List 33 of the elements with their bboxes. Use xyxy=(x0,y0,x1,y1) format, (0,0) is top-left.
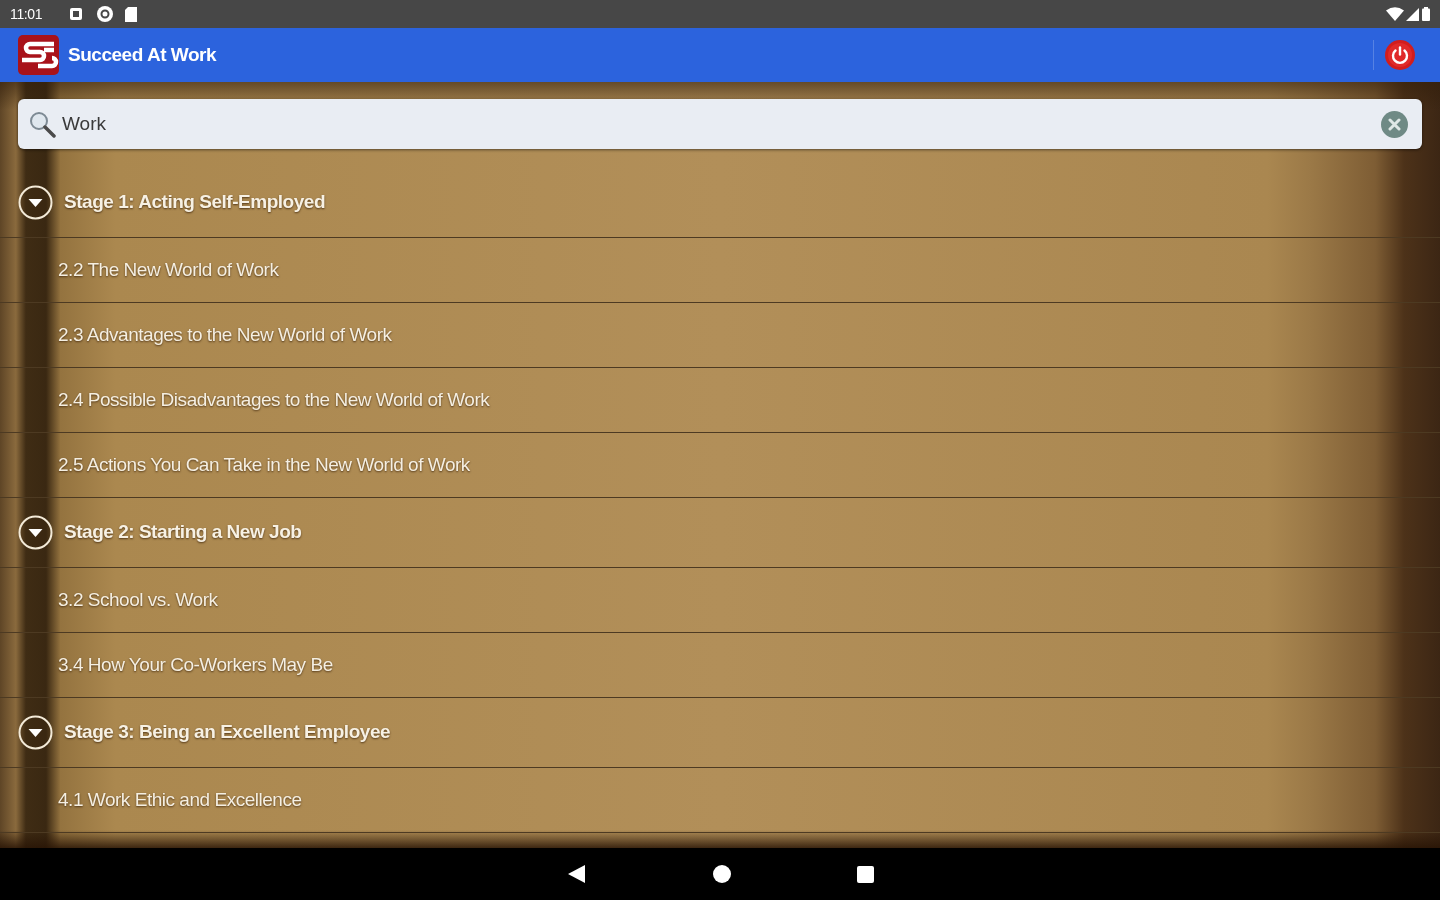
logo-icon xyxy=(18,35,59,75)
round-notification-icon xyxy=(97,6,114,22)
lesson-item[interactable]: 2.3 Advantages to the New World of Work xyxy=(58,320,392,350)
battery-icon xyxy=(1422,7,1430,21)
lesson-item[interactable]: 4.1 Work Ethic and Excellence xyxy=(58,785,302,815)
square-notification-icon xyxy=(70,8,83,20)
lesson-item[interactable]: 3.2 School vs. Work xyxy=(58,585,218,615)
section-header[interactable]: Stage 2: Starting a New Job xyxy=(0,498,1440,568)
section-title: Stage 2: Starting a New Job xyxy=(64,520,302,545)
search-field[interactable]: Work xyxy=(18,99,1422,149)
sd-card-icon xyxy=(125,6,138,22)
status-time: 11:01 xyxy=(10,4,43,24)
section-title: Stage 1: Acting Self-Employed xyxy=(64,190,326,215)
section-header[interactable]: Stage 3: Being an Excellent Employee xyxy=(0,698,1440,768)
lesson-item[interactable]: 3.4 How Your Co-Workers May Be xyxy=(58,650,333,680)
section-header[interactable]: Stage 1: Acting Self-Employed xyxy=(0,168,1440,238)
wifi-icon xyxy=(1386,7,1404,21)
clear-button[interactable] xyxy=(1381,110,1408,138)
lesson-item[interactable]: 2.2 The New World of Work xyxy=(58,255,279,285)
lesson-item[interactable]: 2.5 Actions You Can Take in the New World of Work xyxy=(58,450,470,480)
lesson-item[interactable]: 2.4 Possible Disadvantages to the New World of Work xyxy=(58,385,490,415)
section-title: Stage 3: Being an Excellent Employee xyxy=(64,720,391,745)
search-value: Work xyxy=(62,111,107,136)
back-triangle-icon xyxy=(568,865,585,883)
power-icon xyxy=(1385,40,1415,70)
recents-button[interactable] xyxy=(856,865,874,883)
home-button[interactable] xyxy=(712,865,731,883)
back-button[interactable] xyxy=(566,864,587,884)
power-button[interactable] xyxy=(1384,39,1416,71)
search-icon xyxy=(28,110,56,138)
app-title: Succeed At Work xyxy=(68,42,217,67)
close-icon xyxy=(1388,117,1401,131)
signal-icon xyxy=(1406,7,1419,21)
